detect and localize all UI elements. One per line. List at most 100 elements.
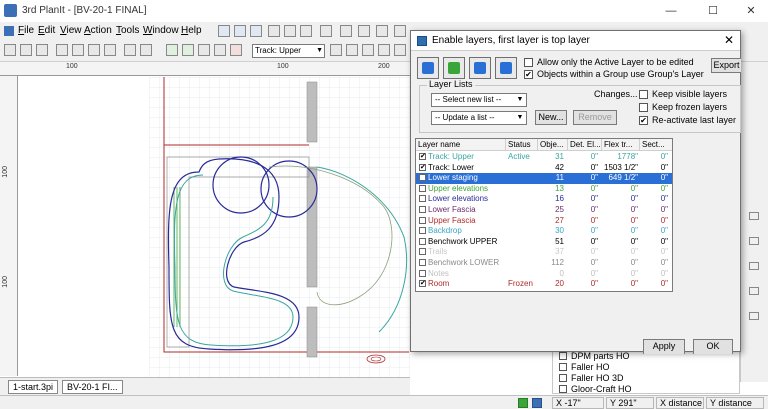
layer-visible-checkbox[interactable]: ✔ — [419, 280, 426, 288]
layer-visible-checkbox[interactable] — [419, 206, 426, 213]
layer-visible-checkbox[interactable] — [419, 227, 426, 235]
undo-icon[interactable] — [124, 44, 136, 56]
menu-help[interactable]: Help — [181, 25, 202, 36]
doc-tab-active[interactable]: BV-20-1 FI... — [62, 380, 123, 394]
layer-row[interactable]: Trails 37 0" 0" 0" — [416, 247, 672, 258]
layer-row[interactable]: Lower Fascia 25 0" 0" 0" — [416, 205, 672, 216]
select-list-dropdown[interactable]: -- Select new list -- ▼ — [431, 93, 527, 107]
keep-frozen-checkbox[interactable] — [639, 103, 648, 112]
redo-icon[interactable] — [140, 44, 152, 56]
layout-canvas[interactable] — [19, 77, 410, 377]
layer-add-button[interactable] — [417, 57, 439, 79]
layer-visible-checkbox[interactable] — [419, 174, 426, 182]
menu-view[interactable]: View — [60, 25, 82, 36]
group-icon[interactable] — [198, 44, 210, 56]
flip-icon[interactable] — [362, 44, 374, 56]
panel-button[interactable] — [749, 212, 759, 220]
rotate-tool-icon[interactable] — [234, 25, 246, 37]
grid-icon[interactable] — [320, 25, 332, 37]
layer-row[interactable]: Benchwork UPPER 51 0" 0" 0" — [416, 237, 672, 248]
layer-row[interactable]: ✔ Track: Lower 42 0" 1503 1/2" 0" — [416, 163, 672, 174]
cut-icon[interactable] — [72, 44, 84, 56]
remove-list-button[interactable]: Remove — [573, 110, 617, 125]
print-icon[interactable] — [56, 44, 68, 56]
column-header[interactable]: Flex tr... — [602, 139, 640, 151]
layer-visible-checkbox[interactable] — [419, 269, 426, 277]
panel-button[interactable] — [749, 237, 759, 245]
delete-icon[interactable] — [230, 44, 242, 56]
ok-button[interactable]: OK — [693, 339, 733, 354]
column-header[interactable]: Sect... — [640, 139, 672, 151]
new-file-icon[interactable] — [4, 44, 16, 56]
grid-status-icon[interactable] — [532, 398, 542, 408]
catalog-item[interactable]: DPM parts HO — [559, 351, 630, 362]
menu-window[interactable]: Window — [143, 25, 179, 36]
layer-visible-checkbox[interactable]: ✔ — [419, 153, 426, 160]
export-button[interactable]: Export — [711, 58, 741, 73]
layer-table[interactable]: Layer name Status Obje... Det. El... Fle… — [415, 138, 673, 292]
changes-label[interactable]: Changes... — [594, 89, 638, 99]
layer-row[interactable]: Notes 0 0" 0" 0" — [416, 269, 672, 280]
keep-visible-checkbox[interactable] — [639, 90, 648, 99]
layer-visible-checkbox[interactable] — [419, 195, 426, 203]
layer-row[interactable]: Benchwork LOWER 112 0" 0" 0" — [416, 258, 672, 269]
join-icon[interactable] — [394, 44, 406, 56]
catalog-item[interactable]: Gloor-Craft HO — [559, 384, 632, 395]
layer-edit-button[interactable] — [443, 57, 465, 79]
layer-down-button[interactable] — [495, 57, 517, 79]
menu-edit[interactable]: Edit — [38, 25, 55, 36]
layer-row[interactable]: Lower elevations 16 0" 0" 0" — [416, 194, 672, 205]
menu-action[interactable]: Action — [84, 25, 112, 36]
layer-row[interactable]: Lower staging 11 0" 649 1/2" 0" — [416, 173, 672, 184]
doc-menu-icon[interactable] — [4, 26, 14, 36]
update-list-dropdown[interactable]: -- Update a list -- ▼ — [431, 111, 527, 125]
layer-row[interactable]: Backdrop 30 0" 0" 0" — [416, 226, 672, 237]
menu-file[interactable]: File — [18, 25, 34, 36]
catalog-item[interactable]: Faller HO — [559, 362, 610, 373]
layer-row[interactable]: Upper Fascia 27 0" 0" 0" — [416, 216, 672, 227]
apply-button[interactable]: Apply — [643, 339, 685, 354]
panel-button[interactable] — [749, 312, 759, 320]
maximize-button[interactable]: ☐ — [698, 2, 728, 20]
layer-visible-checkbox[interactable]: ✔ — [419, 163, 426, 171]
active-only-checkbox[interactable] — [524, 58, 533, 67]
layer-row[interactable]: Upper elevations 13 0" 0" 0" — [416, 184, 672, 195]
mirror-icon[interactable] — [378, 44, 390, 56]
doc-tab[interactable]: 1-start.3pi — [8, 380, 59, 394]
layer-visible-checkbox[interactable] — [419, 184, 426, 192]
layer-select[interactable]: Track: Upper ▼ — [252, 44, 325, 58]
column-header[interactable]: Obje... — [538, 139, 568, 151]
catalog-item[interactable]: Faller HO 3D — [559, 373, 624, 384]
open-file-icon[interactable] — [20, 44, 32, 56]
bring-front-icon[interactable] — [330, 44, 342, 56]
panel-button[interactable] — [749, 262, 759, 270]
save-icon[interactable] — [36, 44, 48, 56]
catalog-list[interactable]: DPM parts HO Faller HO Faller HO 3D Gloo… — [552, 348, 740, 394]
dialog-close-button[interactable]: ✕ — [722, 33, 736, 47]
refresh-icon[interactable] — [250, 25, 262, 37]
track-icon[interactable] — [358, 25, 370, 37]
column-header[interactable]: Layer name — [416, 139, 506, 151]
layer-visible-checkbox[interactable] — [419, 248, 426, 256]
ungroup-icon[interactable] — [214, 44, 226, 56]
group-layer-checkbox[interactable]: ✔ — [524, 70, 533, 79]
column-header[interactable]: Det. El... — [568, 139, 602, 151]
properties-icon[interactable] — [394, 25, 406, 37]
align-icon[interactable] — [182, 44, 194, 56]
select-tool-icon[interactable] — [218, 25, 230, 37]
reactivate-checkbox[interactable]: ✔ — [639, 116, 648, 125]
layer-icon[interactable] — [376, 25, 388, 37]
snap-icon[interactable] — [166, 44, 178, 56]
layer-visible-checkbox[interactable] — [419, 259, 426, 266]
layer-visible-checkbox[interactable] — [419, 216, 426, 224]
zoom-in-icon[interactable] — [268, 25, 280, 37]
column-header[interactable]: Status — [506, 139, 538, 151]
paste-icon[interactable] — [104, 44, 116, 56]
zoom-out-icon[interactable] — [284, 25, 296, 37]
layer-visible-checkbox[interactable] — [419, 237, 426, 245]
menu-tools[interactable]: Tools — [116, 25, 139, 36]
minimize-button[interactable]: — — [656, 2, 686, 20]
new-list-button[interactable]: New... — [535, 110, 567, 125]
layer-row[interactable]: ✔ Track: Upper Active 31 0" 1778" 0" — [416, 152, 672, 163]
panel-button[interactable] — [749, 287, 759, 295]
